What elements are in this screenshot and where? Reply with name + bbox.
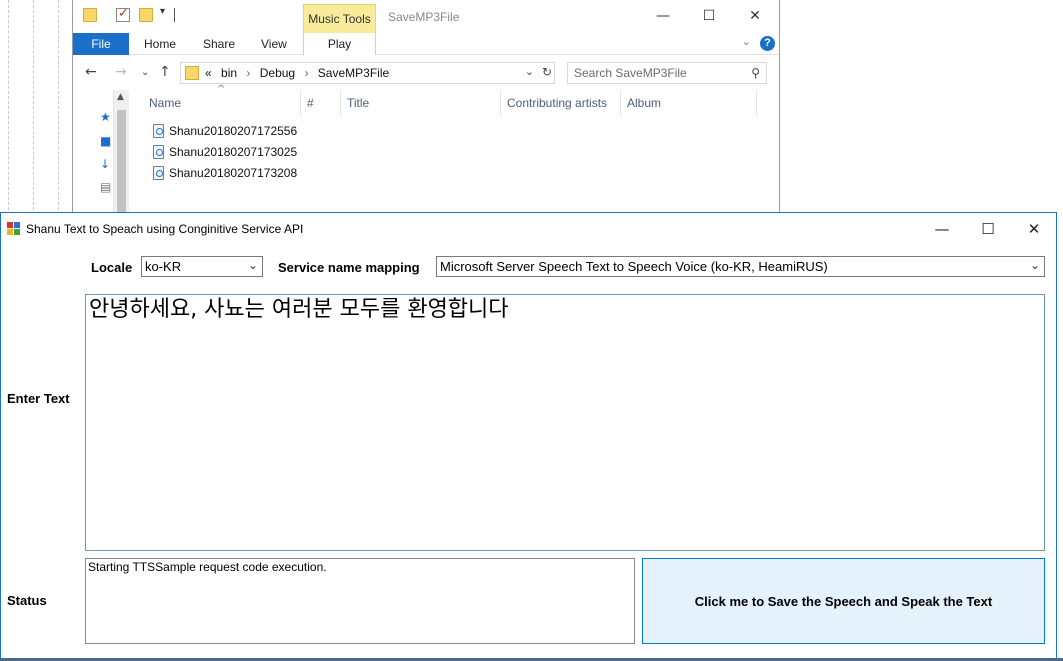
tab-home[interactable]: Home [133,33,187,55]
breadcrumb-savemp3file[interactable]: SaveMP3File [318,66,389,80]
list-item[interactable]: Shanu20180207173208 [153,166,297,186]
toolbar-separator [174,8,175,22]
address-bar[interactable]: « bin › Debug › SaveMP3File ⌄ ↻ [180,62,555,84]
column-name[interactable]: Name [143,90,301,116]
breadcrumb-separator: › [304,66,309,80]
ribbon-expand-chevron-icon[interactable]: ⌄ [742,35,751,48]
service-selected-value: Microsoft Server Speech Text to Speech V… [440,259,828,274]
column-album[interactable]: Album [621,90,757,116]
explorer-window-title: SaveMP3File [388,10,460,24]
back-arrow-icon[interactable]: ← [85,64,97,80]
file-name: Shanu20180207173025 [169,145,298,159]
tab-play[interactable]: Play [303,33,376,55]
file-name: Shanu20180207172556 [169,124,298,138]
service-name-select[interactable]: Microsoft Server Speech Text to Speech V… [436,256,1045,277]
app-window-title: Shanu Text to Speach using Conginitive S… [26,222,304,236]
ribbon-tabs: File Home Share View Play ⌄ ? [73,33,779,55]
breadcrumb-bin[interactable]: bin [221,66,237,80]
breadcrumb: « bin › Debug › SaveMP3File [205,66,395,80]
designer-background [0,0,72,215]
status-label: Status [7,593,47,608]
search-input[interactable] [574,66,734,80]
recent-locations-chevron-icon[interactable]: ⌄ [141,67,149,78]
column-number[interactable]: # [301,90,341,116]
designer-guide-line [33,0,34,215]
column-contributing-artists[interactable]: Contributing artists [501,90,621,116]
breadcrumb-separator: › [246,66,251,80]
forward-arrow-icon[interactable]: → [115,64,127,80]
address-dropdown-icon[interactable]: ⌄ [525,65,534,78]
app-close-button[interactable]: ✕ [1011,217,1057,241]
save-and-speak-button[interactable]: Click me to Save the Speech and Speak th… [642,558,1045,644]
explorer-maximize-button[interactable]: ☐ [687,4,731,28]
app-maximize-button[interactable]: ☐ [965,217,1011,241]
enter-text-box: 안녕하세요, 사뇨는 여러분 모두를 환영합니다 [85,294,1045,551]
navigation-pane: ★ ■ ↓ ▤ ▲ [73,90,129,214]
designer-guide-line [58,0,59,215]
list-item[interactable]: Shanu20180207172556 [153,124,297,144]
enter-text-input[interactable]: 안녕하세요, 사뇨는 여러분 모두를 환영합니다 [89,297,1039,547]
status-output[interactable]: Starting TTSSample request code executio… [88,560,632,642]
explorer-minimize-button[interactable]: — [641,4,685,28]
help-icon[interactable]: ? [760,36,775,51]
search-icon[interactable]: ⚲ [751,66,760,80]
search-box: ⚲ [567,62,767,84]
quick-access-star-icon[interactable]: ★ [100,110,111,124]
scroll-thumb[interactable] [117,110,126,214]
music-tools-context-tab[interactable]: Music Tools [303,4,376,34]
tab-view[interactable]: View [250,33,298,55]
tts-app-window: Shanu Text to Speach using Conginitive S… [0,212,1057,661]
downloads-icon[interactable]: ↓ [100,157,110,171]
designer-guide-line [8,0,9,215]
app-minimize-button[interactable]: — [919,217,965,241]
audio-file-icon [153,145,164,159]
chevron-down-icon: ⌄ [1029,258,1040,272]
breadcrumb-overflow[interactable]: « [205,66,212,80]
breadcrumb-debug[interactable]: Debug [260,66,295,80]
tab-share[interactable]: Share [192,33,246,55]
address-row: ← → ⌄ ↑ « bin › Debug › SaveMP3File ⌄ ↻ … [73,56,779,90]
address-folder-icon [185,66,199,80]
scroll-up-icon[interactable]: ▲ [117,92,124,102]
audio-file-icon [153,166,164,180]
column-header: ^ Name # Title Contributing artists Albu… [143,84,763,116]
locale-selected-value: ko-KR [145,259,182,274]
app-title-bar: Shanu Text to Speach using Conginitive S… [1,213,1056,244]
documents-icon[interactable]: ▤ [100,180,111,194]
list-item[interactable]: Shanu20180207173025 [153,145,297,165]
desktop-icon[interactable]: ■ [100,134,111,148]
tab-file[interactable]: File [73,33,129,55]
explorer-title-bar: ▾ Music Tools SaveMP3File — ☐ ✕ [73,0,779,34]
file-explorer-window: ▾ Music Tools SaveMP3File — ☐ ✕ File Hom… [72,0,780,215]
app-window-icon[interactable] [7,222,20,235]
properties-check-icon[interactable] [116,6,130,22]
refresh-icon[interactable]: ↻ [542,65,552,79]
enter-text-label: Enter Text [7,391,70,406]
explorer-close-button[interactable]: ✕ [733,4,777,28]
new-folder-icon[interactable] [139,8,153,22]
service-name-mapping-label: Service name mapping [278,260,420,275]
up-arrow-icon[interactable]: ↑ [159,64,171,80]
file-name: Shanu20180207173208 [169,166,298,180]
quick-access-dropdown-icon[interactable]: ▾ [160,6,165,17]
locale-select[interactable]: ko-KR ⌄ [141,256,263,277]
status-box: Starting TTSSample request code executio… [85,558,635,644]
column-title[interactable]: Title [341,90,501,116]
locale-label: Locale [91,260,133,275]
chevron-down-icon: ⌄ [247,258,258,272]
audio-file-icon [153,124,164,138]
navigation-scrollbar[interactable]: ▲ [113,90,129,214]
folder-icon[interactable] [83,8,97,22]
